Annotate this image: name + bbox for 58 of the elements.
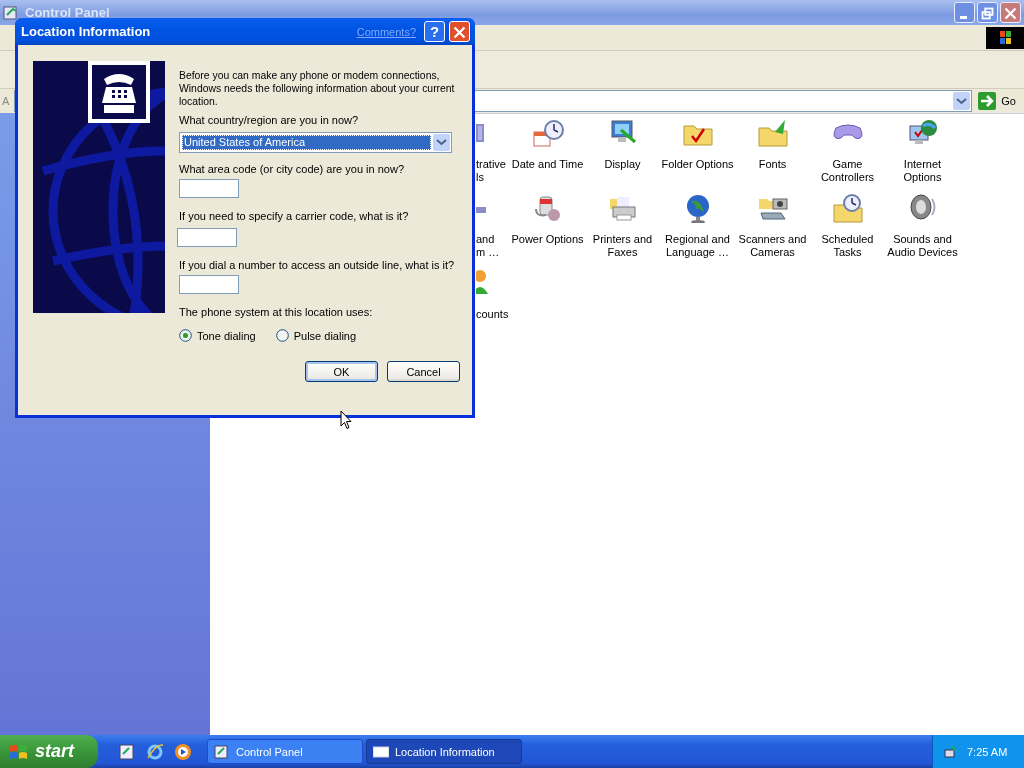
dialog-title: Location Information [21, 24, 151, 39]
windows-logo-icon [986, 26, 1024, 49]
item-label[interactable]: Game Controllers [820, 158, 875, 184]
radio-button[interactable] [275, 329, 289, 342]
control-panel-icon[interactable] [118, 742, 136, 761]
item-label[interactable]: trative ls [476, 158, 506, 184]
country-label: What country/region are you in now? [179, 114, 359, 127]
dialog-button[interactable]: Cancel [387, 361, 460, 382]
item-label[interactable]: Sounds and Audio Devices [887, 233, 958, 259]
field-label: If you need to specify a carrier code, what is it? [179, 210, 409, 223]
item-label[interactable]: counts [476, 308, 509, 321]
browser-icon[interactable] [146, 742, 164, 761]
taskbar-button[interactable]: Control Panel [207, 739, 363, 764]
control-panel-icon [3, 4, 19, 21]
item-label[interactable]: Scanners and Cameras [738, 233, 807, 259]
item-label[interactable]: and m … [476, 233, 500, 259]
window-icon [373, 743, 389, 760]
item-label[interactable]: Scheduled Tasks [821, 233, 874, 259]
item-label[interactable]: Regional and Language … [665, 233, 730, 259]
item-label[interactable]: Folder Options [661, 158, 734, 171]
control-panel-icon [214, 743, 230, 760]
input-field[interactable] [177, 228, 237, 247]
network-icon[interactable] [943, 743, 959, 760]
address-label: A [2, 95, 10, 107]
clock-calendar-icon[interactable] [531, 118, 564, 148]
windows-logo-icon [9, 742, 29, 761]
item-label[interactable]: Display [604, 158, 641, 171]
start-button[interactable]: start [0, 735, 98, 768]
media-player-icon[interactable] [174, 742, 192, 761]
folder-clock-icon[interactable] [831, 193, 864, 223]
close-button[interactable] [1000, 2, 1021, 23]
item-label[interactable]: Internet Options [903, 158, 942, 184]
intro-text: Before you can make any phone or modem connections, Windows needs the following information about your current location. [179, 69, 456, 108]
radio-label[interactable]: Pulse dialing [293, 329, 357, 342]
input-field[interactable] [179, 179, 239, 198]
item-label[interactable]: Power Options [511, 233, 584, 246]
help-button[interactable]: ? [424, 21, 445, 42]
telephone-icon [88, 61, 150, 123]
field-label: What area code (or city code) are you in now? [179, 163, 404, 176]
folder-icon[interactable] [756, 118, 789, 148]
window-title: Control Panel [25, 5, 110, 20]
item-label[interactable]: Fonts [758, 158, 787, 171]
dialog-button[interactable]: OK [305, 361, 378, 382]
item-label[interactable]: Printers and Faxes [592, 233, 653, 259]
input-field[interactable] [179, 275, 239, 294]
clock: 7:25 AM [967, 745, 1008, 758]
cursor-icon [340, 410, 352, 430]
field-label: If you dial a number to access an outside line, what is it? [179, 259, 455, 272]
item-label[interactable]: Date and Time [511, 158, 584, 171]
go-button[interactable]: Go [976, 92, 1022, 110]
restore-button[interactable] [977, 2, 998, 23]
minimize-icon [960, 16, 967, 19]
radio-label[interactable]: Tone dialing [197, 329, 256, 342]
taskbar-button[interactable]: Location Information [366, 739, 522, 764]
radio-button[interactable] [179, 329, 192, 342]
country-dropdown[interactable]: United States of America [179, 132, 452, 153]
phone-system-label: The phone system at this location uses: [179, 306, 373, 319]
minimize-button[interactable] [954, 2, 975, 23]
